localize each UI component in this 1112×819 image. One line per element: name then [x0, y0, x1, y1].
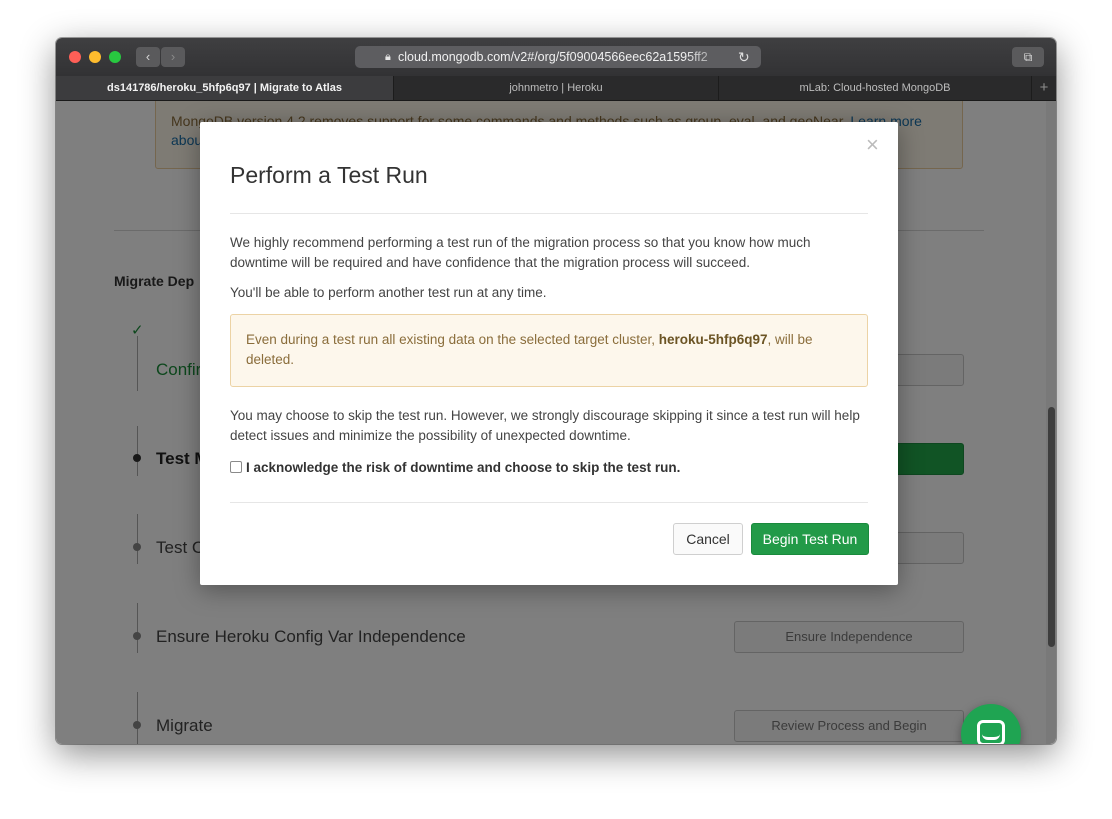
chat-icon	[977, 720, 1005, 744]
skip-warning-text: You may choose to skip the test run. How…	[230, 408, 860, 443]
skip-test-checkbox[interactable]	[230, 461, 242, 473]
chevron-left-icon: ‹	[145, 49, 151, 64]
test-run-modal: × Perform a Test Run We highly recommend…	[200, 122, 898, 585]
tab-bar: ds141786/heroku_5hfp6q97 | Migrate to At…	[56, 76, 1056, 101]
modal-footer-divider	[230, 502, 868, 503]
address-bar[interactable]: 🔒︎ cloud.mongodb.com/v2#/org/5f09004566e…	[355, 46, 761, 68]
begin-test-run-button[interactable]: Begin Test Run	[751, 523, 869, 555]
cancel-button[interactable]: Cancel	[673, 523, 743, 555]
forward-button[interactable]: ›	[161, 47, 185, 67]
url-fade	[685, 46, 735, 68]
reload-icon[interactable]: ↻	[738, 46, 750, 68]
skip-test-checkbox-row[interactable]: I acknowledge the risk of downtime and c…	[230, 460, 680, 475]
plus-icon: +	[1039, 79, 1049, 96]
close-window-button[interactable]	[69, 51, 81, 63]
chevron-right-icon: ›	[170, 49, 176, 64]
data-deletion-alert: Even during a test run all existing data…	[230, 314, 868, 387]
lock-icon: 🔒︎	[385, 51, 391, 63]
zoom-window-button[interactable]	[109, 51, 121, 63]
tab-migrate-to-atlas[interactable]: ds141786/heroku_5hfp6q97 | Migrate to At…	[56, 76, 394, 100]
modal-intro-text: We highly recommend performing a test ru…	[230, 235, 811, 270]
title-bar: ‹ › 🔒︎ cloud.mongodb.com/v2#/org/5f09004…	[56, 38, 1056, 76]
modal-header-divider	[230, 213, 868, 214]
alert-text-before: Even during a test run all existing data…	[246, 332, 659, 347]
close-icon[interactable]: ×	[866, 132, 879, 158]
tab-overview-button[interactable]: ⧉	[1012, 47, 1044, 67]
modal-retry-text: You'll be able to perform another test r…	[230, 285, 547, 300]
url-text: cloud.mongodb.com/v2#/org/5f09004566eec6…	[398, 50, 708, 64]
tab-heroku[interactable]: johnmetro | Heroku	[394, 76, 719, 100]
new-tab-button[interactable]: +	[1032, 76, 1056, 100]
minimize-window-button[interactable]	[89, 51, 101, 63]
skip-test-checkbox-label[interactable]: I acknowledge the risk of downtime and c…	[246, 460, 680, 475]
target-cluster-name: heroku-5hfp6q97	[658, 332, 768, 347]
tabs-icon: ⧉	[1023, 50, 1033, 64]
back-button[interactable]: ‹	[136, 47, 160, 67]
modal-title: Perform a Test Run	[230, 162, 428, 188]
alert-text: Even during a test run all existing data…	[246, 330, 836, 370]
tab-mlab[interactable]: mLab: Cloud-hosted MongoDB	[719, 76, 1032, 100]
